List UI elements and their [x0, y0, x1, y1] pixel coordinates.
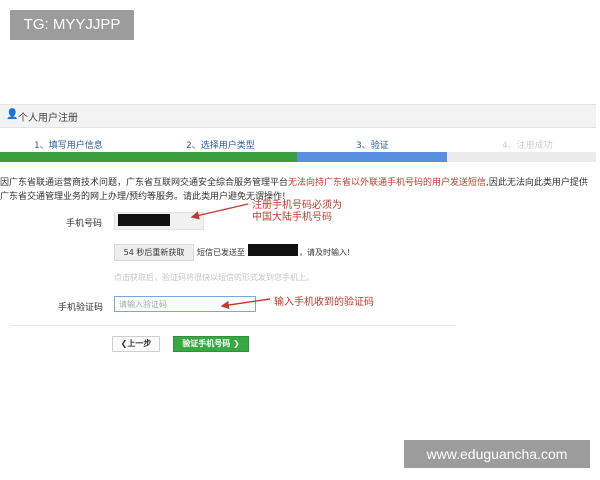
- resend-code-button[interactable]: 54 秒后重新获取: [114, 244, 194, 261]
- site-watermark: www.eduguancha.com: [404, 440, 590, 468]
- annotation-phone-line2: 中国大陆手机号码: [252, 212, 332, 223]
- phone-label: 手机号码: [66, 219, 103, 229]
- prev-step-label: 上一步: [127, 339, 152, 348]
- page-header: 👤 个人用户注册: [0, 104, 596, 128]
- step-4-label: 4、注册成功: [502, 141, 553, 151]
- prev-step-button[interactable]: ❮上一步: [112, 336, 160, 352]
- annotation-arrows: [190, 203, 271, 310]
- progress-segment-current: [297, 152, 447, 162]
- step-1-label: 1、填写用户信息: [34, 141, 103, 151]
- code-label: 手机验证码: [58, 303, 104, 313]
- divider: [10, 325, 456, 326]
- verify-phone-button[interactable]: 验证手机号码 ❯: [173, 336, 249, 352]
- phone-redaction: [118, 214, 170, 226]
- annotation-code: 输入手机收到的验证码: [274, 297, 374, 308]
- sms-sent-prefix: 短信已发送至: [197, 248, 245, 257]
- progress-segment-done: [0, 152, 297, 162]
- progress-segment-pending: [447, 152, 596, 162]
- step-3-label: 3、验证: [356, 141, 389, 151]
- page-title: 个人用户注册: [18, 113, 78, 124]
- verify-phone-label: 验证手机号码: [182, 339, 231, 348]
- chevron-right-icon: ❯: [233, 339, 240, 348]
- notice-red: 无法向持广东省以外联通手机号码的用户发送短信: [288, 178, 487, 188]
- user-icon: 👤: [6, 109, 19, 120]
- watermark-tag: TG: MYYJJPP: [10, 10, 134, 40]
- sms-sent-suffix: ，请及时输入!: [299, 248, 351, 257]
- step-indicator: 1、填写用户信息 2、选择用户类型 3、验证 4、注册成功: [0, 138, 596, 151]
- sent-number-redaction: [248, 244, 298, 256]
- notice-part1: 因广东省联通运营商技术问题，广东省互联网交通安全综合服务管理平台: [0, 178, 289, 188]
- verification-code-input[interactable]: [114, 296, 256, 312]
- sms-hint: 点击获取后，验证码将很快以短信的形式发到您手机上。: [114, 273, 314, 282]
- step-2-label: 2、选择用户类型: [186, 141, 255, 151]
